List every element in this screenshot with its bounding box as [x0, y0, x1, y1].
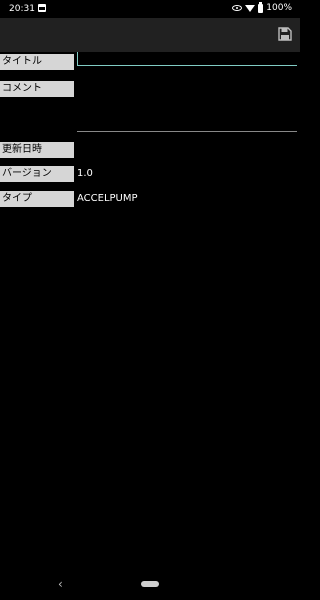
back-icon[interactable]: ‹ [58, 578, 66, 590]
updated-label: 更新日時 [0, 142, 74, 158]
image-notification-icon [38, 4, 46, 12]
battery-percentage: 100% [266, 3, 292, 13]
title-input[interactable] [77, 52, 297, 66]
version-value: 1.0 [77, 168, 93, 179]
save-button[interactable] [276, 25, 294, 43]
wifi-icon [245, 4, 256, 12]
status-bar: 20:31 100% [0, 0, 300, 18]
comment-input[interactable] [77, 78, 297, 132]
status-time: 20:31 [9, 4, 35, 14]
app-bar [0, 18, 300, 52]
status-icons: 100% [232, 1, 292, 13]
home-pill-icon[interactable] [141, 581, 159, 587]
title-label: タイトル [0, 54, 74, 70]
version-label: バージョン [0, 166, 74, 182]
eye-icon [232, 5, 243, 11]
comment-label: コメント [0, 81, 74, 97]
type-value: ACCELPUMP [77, 193, 138, 204]
save-icon [278, 27, 292, 41]
battery-icon [258, 1, 264, 13]
type-label: タイプ [0, 191, 74, 207]
